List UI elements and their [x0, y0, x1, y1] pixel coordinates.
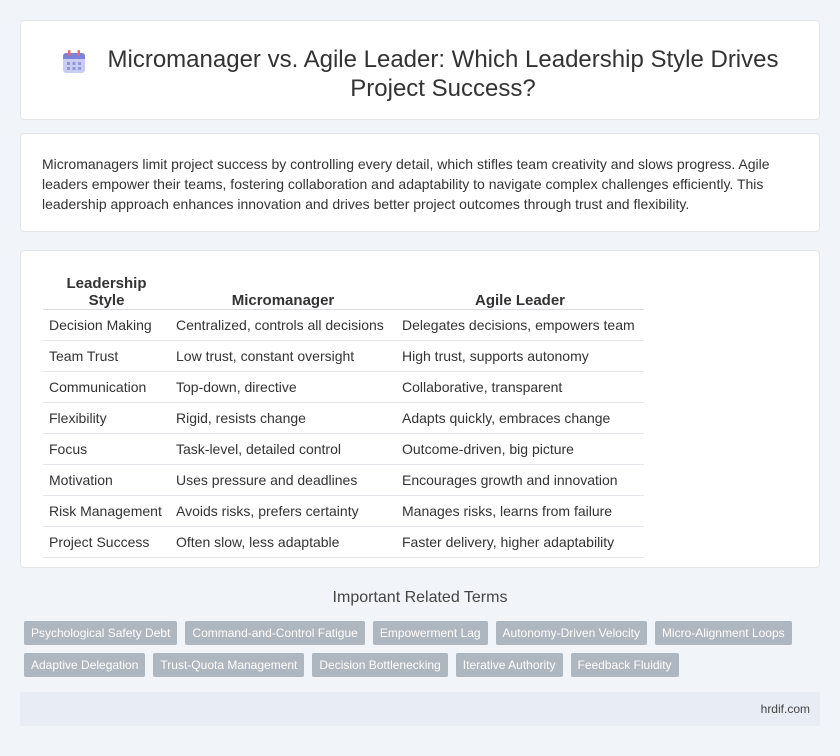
tag-row: Psychological Safety Debt Command-and-Co…	[24, 621, 824, 645]
page-title: Micromanager vs. Agile Leader: Which Lea…	[107, 46, 779, 102]
table-cell: Encourages growth and innovation	[396, 464, 644, 496]
tag-empowerment-lag[interactable]: Empowerment Lag	[372, 621, 488, 645]
table-row: Flexibility Rigid, resists change Adapts…	[43, 402, 644, 434]
column-header: Micromanager	[170, 275, 396, 310]
related-terms-tags: Psychological Safety Debt Command-and-Co…	[24, 621, 824, 685]
tag-adaptive-delegation[interactable]: Adaptive Delegation	[24, 653, 146, 677]
table-cell: Project Success	[43, 526, 170, 558]
table-header-row: Leadership Style Micromanager Agile Lead…	[43, 275, 644, 310]
table-cell: Task-level, detailed control	[170, 433, 396, 465]
table-cell: Avoids risks, prefers certainty	[170, 495, 396, 527]
table-cell: Collaborative, transparent	[396, 371, 644, 403]
table-cell: Low trust, constant oversight	[170, 340, 396, 372]
table-cell: Outcome-driven, big picture	[396, 433, 644, 465]
title-card: Micromanager vs. Agile Leader: Which Lea…	[20, 20, 820, 120]
table-row: Decision Making Centralized, controls al…	[43, 309, 644, 341]
table-cell: Delegates decisions, empowers team	[396, 309, 644, 341]
tag-trust-quota-management[interactable]: Trust-Quota Management	[153, 653, 305, 677]
footer-site-link[interactable]: hrdif.com	[761, 702, 810, 716]
tag-psychological-safety-debt[interactable]: Psychological Safety Debt	[24, 621, 178, 645]
tag-row: Adaptive Delegation Trust-Quota Manageme…	[24, 653, 824, 677]
table-cell: Risk Management	[43, 495, 170, 527]
intro-paragraph: Micromanagers limit project success by c…	[42, 156, 770, 212]
tag-command-and-control-fatigue[interactable]: Command-and-Control Fatigue	[185, 621, 365, 645]
table-row: Communication Top-down, directive Collab…	[43, 371, 644, 403]
column-header: Leadership Style	[43, 275, 170, 310]
table-row: Motivation Uses pressure and deadlines E…	[43, 464, 644, 496]
intro-card: Micromanagers limit project success by c…	[20, 133, 820, 232]
comparison-card: Leadership Style Micromanager Agile Lead…	[20, 250, 820, 568]
tag-decision-bottlenecking[interactable]: Decision Bottlenecking	[312, 653, 448, 677]
tag-iterative-authority[interactable]: Iterative Authority	[455, 653, 563, 677]
table-row: Project Success Often slow, less adaptab…	[43, 526, 644, 558]
table-cell: Motivation	[43, 464, 170, 496]
table-cell: Manages risks, learns from failure	[396, 495, 644, 527]
table-cell: Team Trust	[43, 340, 170, 372]
table-row: Risk Management Avoids risks, prefers ce…	[43, 495, 644, 527]
table-cell: Flexibility	[43, 402, 170, 434]
table-cell: Decision Making	[43, 309, 170, 341]
table-row: Team Trust Low trust, constant oversight…	[43, 340, 644, 372]
calendar-icon	[63, 50, 85, 73]
footer: hrdif.com	[20, 692, 820, 726]
comparison-table: Leadership Style Micromanager Agile Lead…	[43, 275, 644, 558]
related-terms-title: Important Related Terms	[332, 589, 508, 606]
tag-feedback-fluidity[interactable]: Feedback Fluidity	[570, 653, 679, 677]
table-cell: Uses pressure and deadlines	[170, 464, 396, 496]
table-cell: Top-down, directive	[170, 371, 396, 403]
table-row: Focus Task-level, detailed control Outco…	[43, 433, 644, 465]
column-header: Agile Leader	[396, 275, 644, 310]
table-cell: Centralized, controls all decisions	[170, 309, 396, 341]
table-cell: Rigid, resists change	[170, 402, 396, 434]
table-cell: Communication	[43, 371, 170, 403]
table-cell: Focus	[43, 433, 170, 465]
table-cell: Adapts quickly, embraces change	[396, 402, 644, 434]
table-cell: Faster delivery, higher adaptability	[396, 526, 644, 558]
table-cell: Often slow, less adaptable	[170, 526, 396, 558]
table-cell: High trust, supports autonomy	[396, 340, 644, 372]
tag-micro-alignment-loops[interactable]: Micro-Alignment Loops	[654, 621, 792, 645]
tag-autonomy-driven-velocity[interactable]: Autonomy-Driven Velocity	[495, 621, 647, 645]
